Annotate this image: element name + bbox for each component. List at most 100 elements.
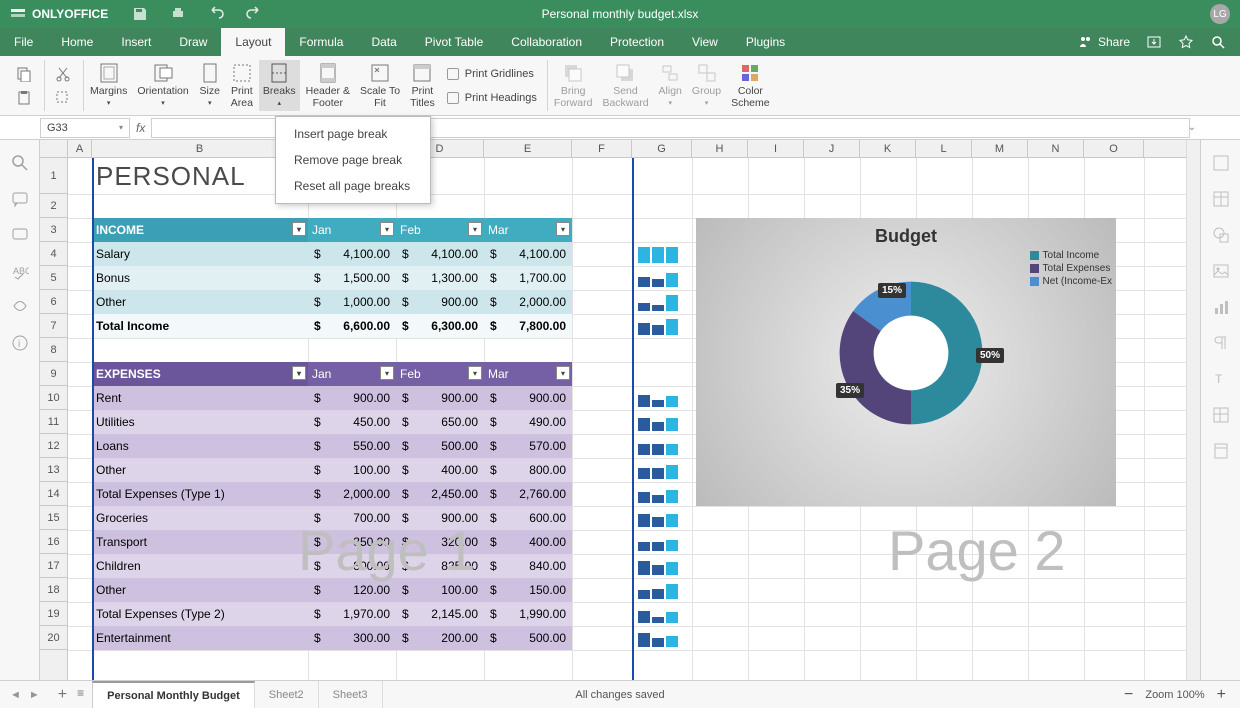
color-scheme-button[interactable]: Color Scheme [727, 60, 774, 111]
month-header[interactable]: Feb▾ [396, 218, 484, 242]
menu-collaboration[interactable]: Collaboration [497, 28, 596, 56]
expense-label[interactable]: Transport [92, 530, 308, 554]
expense-label[interactable]: Total Expenses (Type 1) [92, 482, 308, 506]
month-header[interactable]: Mar▾ [484, 218, 572, 242]
zoom-out-icon[interactable]: − [1124, 686, 1133, 704]
size-button[interactable]: Size▾ [195, 60, 225, 111]
money-cell[interactable]: $400.00 [484, 530, 572, 554]
expense-label[interactable]: Rent [92, 386, 308, 410]
print-area-button[interactable]: Print Area [227, 60, 257, 111]
zoom-level[interactable]: Zoom 100% [1145, 689, 1204, 701]
col-header[interactable]: M [972, 140, 1028, 157]
money-cell[interactable]: $1,000.00 [308, 290, 396, 314]
money-cell[interactable]: $4,100.00 [396, 242, 484, 266]
row-header[interactable]: 13 [40, 458, 67, 482]
money-cell[interactable]: $200.00 [396, 626, 484, 650]
feedback-panel-icon[interactable] [11, 298, 29, 316]
month-header[interactable]: Mar▾ [484, 362, 572, 386]
budget-chart[interactable]: Budget50%35%15%Total IncomeTotal Expense… [696, 218, 1116, 506]
row-header[interactable]: 15 [40, 506, 67, 530]
money-cell[interactable]: $500.00 [396, 434, 484, 458]
paragraph-settings-icon[interactable] [1212, 334, 1230, 352]
header-footer-button[interactable]: Header & Footer [302, 60, 354, 111]
money-cell[interactable]: $150.00 [484, 578, 572, 602]
orientation-button[interactable]: Orientation▾ [133, 60, 192, 111]
money-cell[interactable]: $2,450.00 [396, 482, 484, 506]
row-header[interactable]: 8 [40, 338, 67, 362]
favorite-icon[interactable] [1178, 34, 1194, 50]
menu-formula[interactable]: Formula [285, 28, 357, 56]
col-header[interactable]: F [572, 140, 632, 157]
sheet-tab[interactable]: Sheet2 [255, 681, 319, 708]
expense-label[interactable]: Other [92, 578, 308, 602]
image-settings-icon[interactable] [1212, 262, 1230, 280]
menu-view[interactable]: View [678, 28, 732, 56]
income-label[interactable]: Bonus [92, 266, 308, 290]
col-header[interactable]: K [860, 140, 916, 157]
expense-label[interactable]: Groceries [92, 506, 308, 530]
money-cell[interactable]: $350.00 [308, 530, 396, 554]
comments-panel-icon[interactable] [11, 190, 29, 208]
money-cell[interactable]: $6,300.00 [396, 314, 484, 338]
copy-icon[interactable] [14, 65, 34, 83]
row-header[interactable]: 3 [40, 218, 67, 242]
money-cell[interactable]: $2,000.00 [484, 290, 572, 314]
name-box[interactable]: G33▾ [40, 118, 130, 138]
menu-file[interactable]: File [0, 28, 47, 56]
share-button[interactable]: Share [1078, 34, 1130, 50]
print-gridlines-checkbox[interactable]: Print Gridlines [447, 66, 537, 82]
money-cell[interactable]: $825.00 [396, 554, 484, 578]
print-headings-checkbox[interactable]: Print Headings [447, 90, 537, 106]
row-header[interactable]: 14 [40, 482, 67, 506]
breaks-menu-item[interactable]: Reset all page breaks [276, 173, 430, 199]
month-header[interactable]: Feb▾ [396, 362, 484, 386]
money-cell[interactable]: $6,600.00 [308, 314, 396, 338]
money-cell[interactable]: $100.00 [396, 578, 484, 602]
menu-data[interactable]: Data [357, 28, 410, 56]
table-settings-icon[interactable] [1212, 190, 1230, 208]
row-header[interactable]: 17 [40, 554, 67, 578]
money-cell[interactable]: $100.00 [308, 458, 396, 482]
grid[interactable]: PERSONALINCOME▾Jan▾Feb▾Mar▾Salary$4,100.… [68, 158, 1186, 680]
row-header[interactable]: 20 [40, 626, 67, 650]
expense-label[interactable]: Children [92, 554, 308, 578]
redo-icon[interactable] [246, 6, 262, 22]
fx-icon[interactable]: fx [130, 121, 151, 135]
add-sheet-icon[interactable]: + [58, 686, 67, 704]
money-cell[interactable]: $900.00 [396, 386, 484, 410]
money-cell[interactable]: $4,100.00 [484, 242, 572, 266]
money-cell[interactable]: $300.00 [308, 626, 396, 650]
sheet-list-icon[interactable]: ≡ [77, 686, 84, 704]
money-cell[interactable]: $1,500.00 [308, 266, 396, 290]
row-header[interactable]: 9 [40, 362, 67, 386]
expense-label[interactable]: Other [92, 458, 308, 482]
search-icon[interactable] [1210, 34, 1226, 50]
row-header[interactable]: 7 [40, 314, 67, 338]
income-label[interactable]: Other [92, 290, 308, 314]
money-cell[interactable]: $800.00 [484, 458, 572, 482]
income-total-label[interactable]: Total Income [92, 314, 308, 338]
print-titles-button[interactable]: Print Titles [406, 60, 439, 111]
chat-panel-icon[interactable] [11, 226, 29, 244]
money-cell[interactable]: $1,300.00 [396, 266, 484, 290]
margins-button[interactable]: Margins▾ [86, 60, 131, 111]
col-header[interactable]: I [748, 140, 804, 157]
row-header[interactable]: 19 [40, 602, 67, 626]
pivot-settings-icon[interactable] [1212, 406, 1230, 424]
col-header[interactable]: N [1028, 140, 1084, 157]
sheet-next-icon[interactable]: ► [29, 689, 40, 701]
cell-settings-icon[interactable] [1212, 154, 1230, 172]
money-cell[interactable]: $450.00 [308, 410, 396, 434]
menu-home[interactable]: Home [47, 28, 107, 56]
money-cell[interactable]: $2,000.00 [308, 482, 396, 506]
expense-label[interactable]: Entertainment [92, 626, 308, 650]
money-cell[interactable]: $500.00 [484, 626, 572, 650]
row-header[interactable]: 5 [40, 266, 67, 290]
row-header[interactable]: 1 [40, 158, 67, 194]
money-cell[interactable]: $120.00 [308, 578, 396, 602]
col-header[interactable]: G [632, 140, 692, 157]
money-cell[interactable]: $1,970.00 [308, 602, 396, 626]
menu-pivot-table[interactable]: Pivot Table [411, 28, 497, 56]
money-cell[interactable]: $2,760.00 [484, 482, 572, 506]
money-cell[interactable]: $600.00 [484, 506, 572, 530]
